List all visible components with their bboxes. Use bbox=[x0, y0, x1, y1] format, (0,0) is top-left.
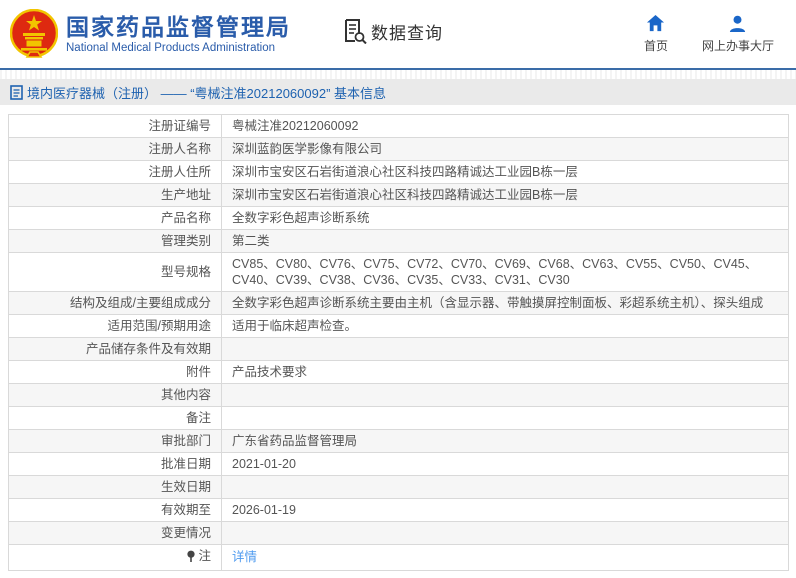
org-name-en: National Medical Products Administration bbox=[66, 42, 276, 54]
row-label: 注册人住所 bbox=[8, 160, 222, 184]
nav-online-service-hall[interactable]: 网上办事大厅 bbox=[702, 14, 774, 54]
document-icon bbox=[10, 84, 23, 100]
table-row: 结构及组成/主要组成成分 全数字彩色超声诊断系统主要由主机（含显示器、带触摸屏控… bbox=[8, 291, 789, 315]
row-label: 生效日期 bbox=[8, 475, 222, 499]
row-value: 适用于临床超声检查。 bbox=[221, 314, 789, 338]
table-row: 批准日期 2021-01-20 bbox=[8, 452, 789, 476]
registration-info-table: 注册证编号 粤械注准20212060092 注册人名称 深圳蓝韵医学影像有限公司… bbox=[8, 114, 789, 571]
row-value: CV85、CV80、CV76、CV75、CV72、CV70、CV69、CV68、… bbox=[221, 252, 789, 292]
row-value bbox=[221, 383, 789, 407]
row-label: 注册人名称 bbox=[8, 137, 222, 161]
nav-home-label: 首页 bbox=[643, 39, 668, 53]
table-row: 注册证编号 粤械注准20212060092 bbox=[8, 114, 789, 138]
table-row: 生产地址 深圳市宝安区石岩街道浪心社区科技四路精诚达工业园B栋一层 bbox=[8, 183, 789, 207]
row-label: 有效期至 bbox=[8, 498, 222, 522]
row-value: 广东省药品监督管理局 bbox=[221, 429, 789, 453]
row-value bbox=[221, 406, 789, 430]
row-label: 附件 bbox=[8, 360, 222, 384]
data-query-title: 数据查询 bbox=[371, 23, 443, 43]
table-row: 注册人名称 深圳蓝韵医学影像有限公司 bbox=[8, 137, 789, 161]
row-label: 其他内容 bbox=[8, 383, 222, 407]
document-search-icon bbox=[345, 19, 367, 44]
table-row: 审批部门 广东省药品监督管理局 bbox=[8, 429, 789, 453]
nav-online-service-hall-label: 网上办事大厅 bbox=[701, 39, 774, 53]
row-value: 粤械注准20212060092 bbox=[221, 114, 789, 138]
user-icon bbox=[730, 15, 746, 33]
data-query-section: 数据查询 bbox=[343, 18, 443, 44]
row-label: 适用范围/预期用途 bbox=[8, 314, 222, 338]
row-value: 产品技术要求 bbox=[221, 360, 789, 384]
breadcrumb-bar: 境内医疗器械（注册） —— “粤械注准20212060092” 基本信息 bbox=[0, 79, 796, 105]
row-label: 管理类别 bbox=[8, 229, 222, 253]
table-row: 注册人住所 深圳市宝安区石岩街道浪心社区科技四路精诚达工业园B栋一层 bbox=[8, 160, 789, 184]
org-name-cn: 国家药品监督管理局 bbox=[66, 14, 291, 40]
row-value bbox=[221, 475, 789, 499]
table-row: 备注 bbox=[8, 406, 789, 430]
row-value: 2021-01-20 bbox=[221, 452, 789, 476]
header-nav: 首页 网上办事大厅 bbox=[644, 14, 774, 54]
row-value: 全数字彩色超声诊断系统 bbox=[221, 206, 789, 230]
national-emblem-logo bbox=[10, 9, 58, 58]
row-label: 批准日期 bbox=[8, 452, 222, 476]
row-label: 产品储存条件及有效期 bbox=[8, 337, 222, 361]
table-row: 附件 产品技术要求 bbox=[8, 360, 789, 384]
table-row: 其他内容 bbox=[8, 383, 789, 407]
site-header: 国家药品监督管理局 National Medical Products Admi… bbox=[0, 0, 796, 68]
row-value: 深圳市宝安区石岩街道浪心社区科技四路精诚达工业园B栋一层 bbox=[221, 160, 789, 184]
row-value bbox=[221, 337, 789, 361]
spacer bbox=[0, 105, 796, 114]
org-title-block: 国家药品监督管理局 National Medical Products Admi… bbox=[66, 14, 291, 54]
row-label: 产品名称 bbox=[8, 206, 222, 230]
row-label: 结构及组成/主要组成成分 bbox=[8, 291, 222, 315]
row-value bbox=[221, 521, 789, 545]
row-label: 注册证编号 bbox=[8, 114, 222, 138]
texture-band bbox=[0, 70, 796, 79]
home-icon bbox=[647, 14, 665, 32]
row-value: 全数字彩色超声诊断系统主要由主机（含显示器、带触摸屏控制面板、彩超系统主机）、探… bbox=[221, 291, 789, 315]
row-value: 深圳市宝安区石岩街道浪心社区科技四路精诚达工业园B栋一层 bbox=[221, 183, 789, 207]
nav-home[interactable]: 首页 bbox=[644, 14, 668, 54]
row-label: 注 bbox=[198, 549, 211, 563]
note-pin-icon bbox=[187, 550, 196, 562]
table-row: 管理类别 第二类 bbox=[8, 229, 789, 253]
row-label: 审批部门 bbox=[8, 429, 222, 453]
table-row: 产品储存条件及有效期 bbox=[8, 337, 789, 361]
breadcrumb: 境内医疗器械（注册） —— “粤械注准20212060092” 基本信息 bbox=[27, 85, 387, 101]
table-row-note: 注 详情 bbox=[8, 544, 789, 571]
table-row: 生效日期 bbox=[8, 475, 789, 499]
details-link[interactable]: 详情 bbox=[232, 550, 257, 564]
row-value: 深圳蓝韵医学影像有限公司 bbox=[221, 137, 789, 161]
row-label: 生产地址 bbox=[8, 183, 222, 207]
row-label: 备注 bbox=[8, 406, 222, 430]
row-value-note: 详情 bbox=[221, 544, 789, 571]
table-row: 适用范围/预期用途 适用于临床超声检查。 bbox=[8, 314, 789, 338]
row-value: 第二类 bbox=[221, 229, 789, 253]
row-value: 2026-01-19 bbox=[221, 498, 789, 522]
table-row: 变更情况 bbox=[8, 521, 789, 545]
row-label: 变更情况 bbox=[8, 521, 222, 545]
row-label: 型号规格 bbox=[8, 252, 222, 292]
table-row: 产品名称 全数字彩色超声诊断系统 bbox=[8, 206, 789, 230]
row-label-note: 注 bbox=[8, 544, 222, 571]
table-row: 型号规格 CV85、CV80、CV76、CV75、CV72、CV70、CV69、… bbox=[8, 252, 789, 292]
table-row: 有效期至 2026-01-19 bbox=[8, 498, 789, 522]
